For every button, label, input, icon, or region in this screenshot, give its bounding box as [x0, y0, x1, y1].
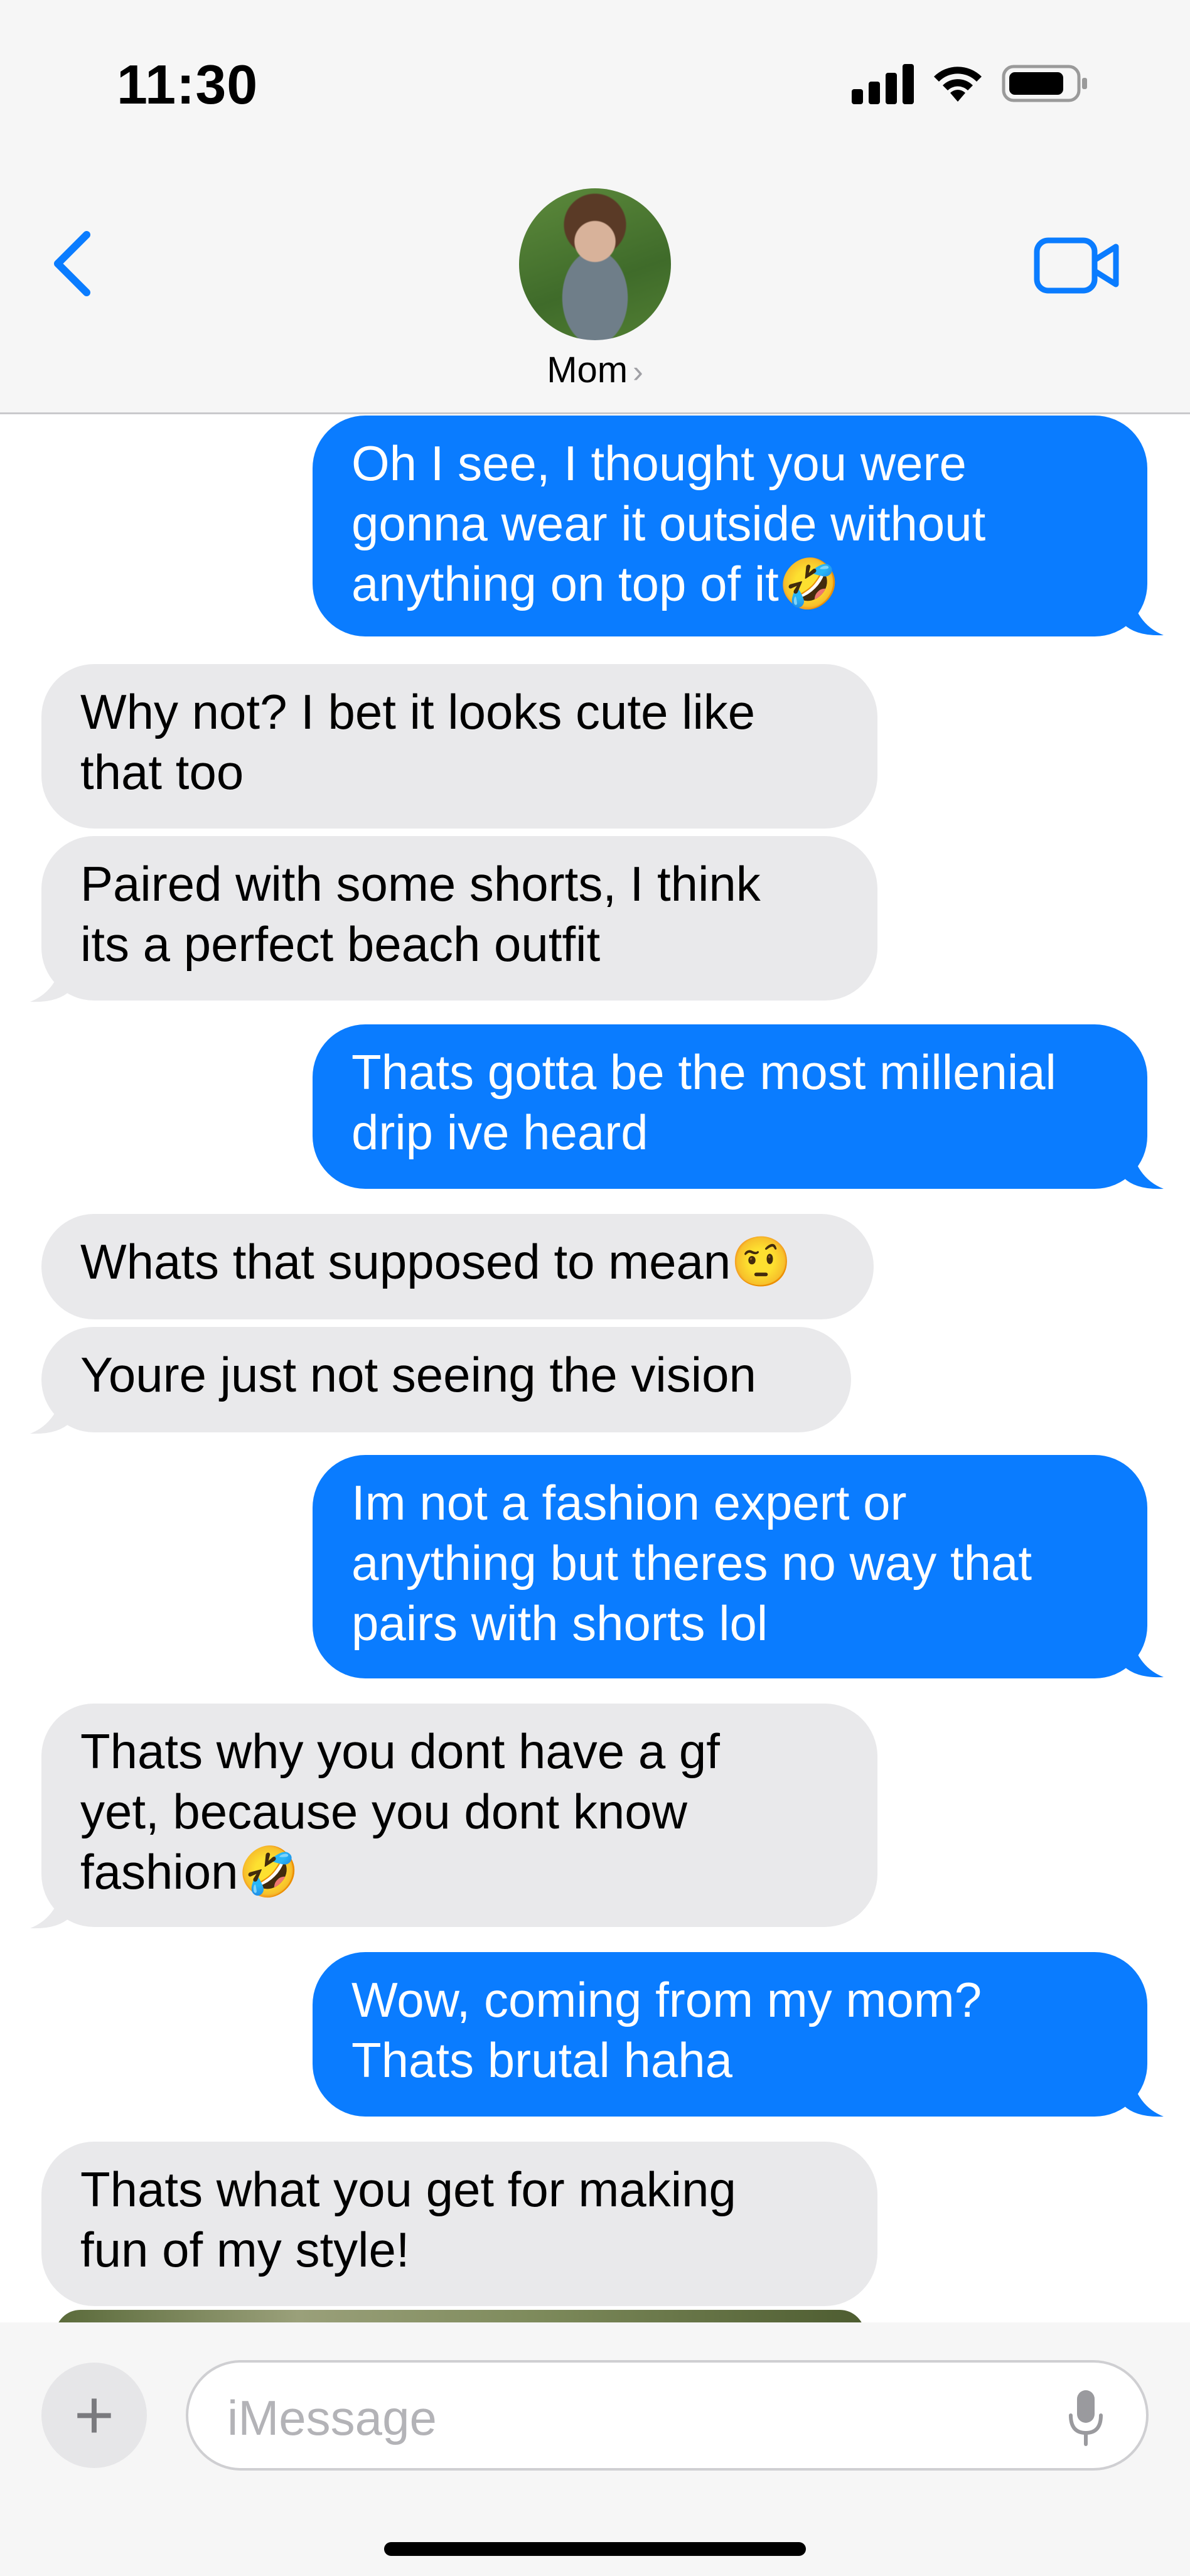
bubble-tail [1123, 586, 1164, 636]
back-chevron-icon[interactable] [44, 226, 100, 301]
status-icons [852, 63, 1090, 104]
message-input-container[interactable] [186, 2360, 1149, 2471]
bubble-tail [1123, 2068, 1164, 2117]
microphone-icon[interactable] [1067, 2388, 1105, 2448]
message-bubble-outgoing[interactable]: Im not a fashion expert or anything but … [313, 1455, 1147, 1678]
bubble-tail [30, 1385, 70, 1434]
message-input[interactable] [226, 2383, 1013, 2453]
message-bubble-incoming[interactable]: Youre just not seeing the vision [41, 1327, 851, 1432]
message-list[interactable]: Oh I see, I thought you were gonna wear … [0, 414, 1190, 2322]
home-indicator[interactable] [384, 2542, 806, 2556]
message-bubble-outgoing[interactable]: Thats gotta be the most millenial drip i… [313, 1024, 1147, 1189]
signal-icon [852, 63, 914, 104]
contact-avatar[interactable] [519, 188, 671, 340]
chevron-right-icon: › [633, 354, 643, 389]
bubble-tail [1123, 1628, 1164, 1678]
plus-icon[interactable]: + [41, 2363, 147, 2468]
video-camera-icon[interactable] [1033, 235, 1121, 296]
message-bubble-incoming[interactable]: Why not? I bet it looks cute like that t… [41, 664, 877, 829]
conversation-header: 11:30 Mom › [0, 0, 1190, 414]
status-time: 11:30 [117, 53, 259, 115]
battery-icon [1002, 65, 1087, 102]
bubble-tail [1123, 1140, 1164, 1189]
message-bubble-incoming[interactable]: Thats what you get for making fun of my … [41, 2142, 877, 2306]
message-bubble-incoming[interactable]: Paired with some shorts, I think its a p… [41, 836, 877, 1001]
contact-name-button[interactable]: Mom › [0, 349, 1190, 391]
wifi-icon [934, 67, 982, 102]
message-bubble-outgoing[interactable]: Oh I see, I thought you were gonna wear … [313, 416, 1147, 636]
compose-bar: + [0, 2322, 1190, 2576]
bubble-tail [30, 1879, 70, 1929]
message-bubble-incoming[interactable]: Thats why you dont have a gf yet, becaus… [41, 1704, 877, 1927]
message-bubble-outgoing[interactable]: Wow, coming from my mom? Thats brutal ha… [313, 1952, 1147, 2117]
bubble-tail [30, 953, 70, 1002]
message-bubble-incoming[interactable]: Whats that supposed to mean🤨 [41, 1214, 874, 1319]
contact-name: Mom [547, 350, 628, 390]
